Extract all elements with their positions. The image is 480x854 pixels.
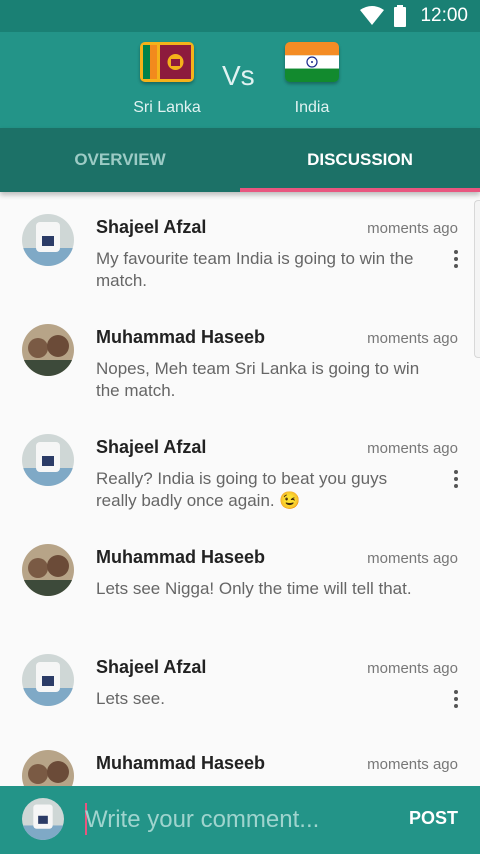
comment-author: Shajeel Afzal <box>96 437 207 457</box>
comment-composer: POST <box>0 786 480 854</box>
match-header: Sri Lanka Vs India <box>0 32 480 128</box>
comment-text: Really? India is going to beat you guys … <box>96 469 388 510</box>
comment-item: Shajeel Afzal moments ago Lets see. <box>0 632 480 742</box>
battery-icon <box>394 5 407 27</box>
more-vert-icon[interactable] <box>450 248 462 270</box>
post-button[interactable]: POST <box>409 808 458 829</box>
avatar <box>22 324 74 376</box>
comment-text: My favourite team India is going to win … <box>96 249 414 290</box>
comment-author: Shajeel Afzal <box>96 657 207 677</box>
comment-item: Muhammad Haseeb moments ago Nopes, Meh t… <box>0 302 480 412</box>
comment-text: Lets see. <box>96 689 165 708</box>
avatar <box>22 654 74 706</box>
comment-author: Shajeel Afzal <box>96 217 207 237</box>
comment-time: moments ago <box>367 756 458 773</box>
avatar <box>22 750 74 786</box>
comment-time: moments ago <box>367 330 458 347</box>
comment-text: Nopes, Meh team Sri Lanka is going to wi… <box>96 359 420 400</box>
comment-item: Shajeel Afzal moments ago Really? India … <box>0 412 480 522</box>
comment-time: moments ago <box>367 660 458 677</box>
more-vert-icon[interactable] <box>450 688 462 710</box>
tab-indicator <box>240 188 480 192</box>
team-name: India <box>294 99 330 116</box>
comment-item: Muhammad Haseeb moments ago <box>0 728 480 786</box>
avatar <box>22 214 74 266</box>
vs-label: Vs <box>222 60 255 91</box>
avatar <box>22 434 74 486</box>
comment-list[interactable]: Shajeel Afzal moments ago My favourite t… <box>0 192 480 786</box>
comment-author: Muhammad Haseeb <box>96 327 266 347</box>
comment-time: moments ago <box>367 440 458 457</box>
comment-author: Muhammad Haseeb <box>96 547 266 567</box>
team-name: Sri Lanka <box>133 99 201 116</box>
status-bar: 12:00 <box>0 0 480 32</box>
india-flag <box>285 42 339 82</box>
status-time: 12:00 <box>420 5 468 26</box>
more-vert-icon[interactable] <box>450 468 462 490</box>
tab-bar: OVERVIEW DISCUSSION <box>0 128 480 192</box>
comment-item: Muhammad Haseeb moments ago Lets see Nig… <box>0 522 480 632</box>
team-india: India <box>252 42 372 117</box>
user-avatar <box>22 798 64 840</box>
sri-lanka-flag <box>140 42 194 82</box>
comment-item: Shajeel Afzal moments ago My favourite t… <box>0 192 480 302</box>
team-sri-lanka: Sri Lanka <box>107 42 227 117</box>
comment-time: moments ago <box>367 550 458 567</box>
avatar <box>22 544 74 596</box>
wifi-icon <box>360 6 385 25</box>
tab-discussion[interactable]: DISCUSSION <box>240 128 480 192</box>
tab-overview[interactable]: OVERVIEW <box>0 128 240 192</box>
comment-time: moments ago <box>367 220 458 237</box>
comment-input[interactable] <box>85 800 385 840</box>
comment-text: Lets see Nigga! Only the time will tell … <box>96 579 412 598</box>
comment-author: Muhammad Haseeb <box>96 753 266 773</box>
